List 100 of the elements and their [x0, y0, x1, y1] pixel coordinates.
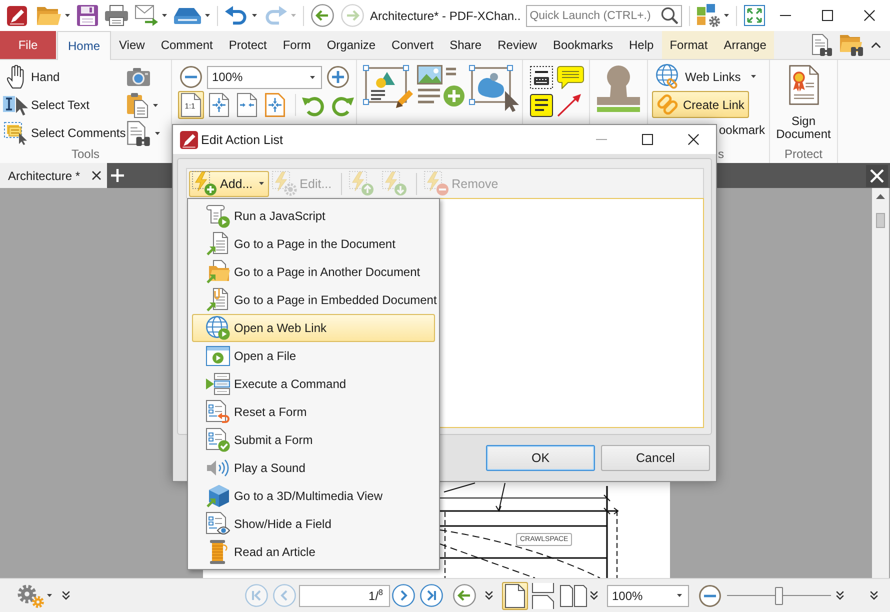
maximize-icon[interactable]: [642, 134, 652, 145]
app-logo-icon[interactable]: [7, 6, 27, 26]
hand-tool-button[interactable]: Hand: [3, 63, 125, 91]
caret-icon[interactable]: [65, 14, 70, 17]
zoom-out-icon[interactable]: [180, 66, 202, 88]
printer-icon[interactable]: [105, 5, 128, 26]
maximize-icon[interactable]: [822, 10, 833, 21]
page-number-field[interactable]: 1/$^{8}$: [299, 584, 390, 606]
tiles-gear-icon[interactable]: [696, 4, 720, 27]
zoom-in-icon[interactable]: [327, 66, 349, 88]
close-icon[interactable]: [866, 164, 888, 186]
ribbon-tab[interactable]: Arrange: [716, 31, 774, 59]
fit-visible-button[interactable]: [262, 91, 288, 119]
caret-icon[interactable]: [205, 14, 210, 17]
double-chevron-icon[interactable]: [62, 591, 70, 600]
ribbon-tab[interactable]: Protect: [220, 31, 275, 59]
ribbon-tab[interactable]: Share: [442, 31, 490, 59]
folder-binoculars-icon[interactable]: [840, 34, 863, 56]
dialog-button[interactable]: OK: [486, 445, 595, 471]
fit-page-button[interactable]: [206, 91, 232, 119]
document-binoculars-icon[interactable]: [127, 120, 150, 146]
document-binoculars-icon[interactable]: [812, 34, 832, 56]
ribbon-tab[interactable]: Help: [621, 31, 662, 59]
menu-item[interactable]: Play a Sound: [192, 454, 435, 482]
web-links-button[interactable]: Web Links: [652, 63, 761, 90]
menu-item[interactable]: Reset a Form: [192, 398, 435, 426]
zoom-out-icon[interactable]: [699, 584, 721, 606]
menu-item[interactable]: Run a JavaScript: [192, 202, 435, 230]
menu-item[interactable]: Show/Hide a Field: [192, 510, 435, 538]
caret-icon[interactable]: [162, 14, 167, 17]
scanner-icon[interactable]: [174, 8, 201, 24]
quick-launch-field[interactable]: Quick Launch (CTRL+.): [526, 4, 682, 26]
menu-item[interactable]: Open a Web Link: [192, 314, 435, 342]
stamp-icon[interactable]: [595, 65, 642, 112]
ribbon-tab[interactable]: Form: [274, 31, 319, 59]
ribbon-tab[interactable]: Format: [662, 31, 716, 59]
zoom-dropdown[interactable]: 100%: [207, 66, 322, 88]
undo-icon[interactable]: [225, 6, 248, 25]
menu-item[interactable]: Open a File: [192, 342, 435, 370]
add-button[interactable]: Add...: [189, 170, 269, 196]
menu-item[interactable]: Go to a Page in Another Document: [192, 258, 435, 286]
window-play-icon: [206, 344, 230, 368]
image-plus-icon[interactable]: [417, 65, 465, 107]
caret-icon[interactable]: [155, 132, 160, 134]
speech-bubble-icon[interactable]: [557, 66, 584, 89]
ribbon-tab[interactable]: Home: [57, 31, 112, 60]
close-icon[interactable]: [864, 10, 875, 21]
scroll-up-arrow-icon[interactable]: [876, 194, 885, 199]
bookmark-button[interactable]: ookmark: [718, 119, 770, 141]
plus-icon[interactable]: [111, 169, 124, 182]
double-chevron-icon[interactable]: [836, 591, 844, 600]
select-comments-button[interactable]: Select Comments: [3, 119, 125, 147]
search-icon[interactable]: [660, 7, 678, 24]
sign-document-button[interactable]: Sign Document: [772, 65, 834, 141]
text-box-icon[interactable]: [530, 94, 553, 117]
double-chevron-icon[interactable]: [485, 591, 493, 600]
fit-width-button[interactable]: [234, 91, 260, 119]
camera-icon[interactable]: [127, 68, 150, 86]
close-icon[interactable]: [688, 134, 698, 145]
caret-icon[interactable]: [252, 14, 257, 17]
clipboard-icon[interactable]: [127, 92, 148, 118]
dialog-button[interactable]: Cancel: [601, 445, 710, 471]
chevron-up-icon[interactable]: [871, 42, 881, 48]
select-text-button[interactable]: Select Text: [3, 91, 125, 119]
selection-frame-icon[interactable]: [469, 65, 519, 113]
expand-icon[interactable]: [744, 5, 765, 26]
next-page-icon[interactable]: [392, 584, 415, 607]
ribbon-tab[interactable]: View: [111, 31, 153, 59]
create-link-button[interactable]: Create Link: [652, 91, 750, 118]
caret-icon[interactable]: [47, 594, 52, 597]
zoom-dropdown[interactable]: 100%: [607, 584, 689, 606]
document-tab[interactable]: Architecture *: [0, 163, 107, 188]
menu-item[interactable]: Go to a Page in the Document: [192, 230, 435, 258]
typewriter-icon[interactable]: [530, 66, 553, 89]
caret-icon[interactable]: [724, 14, 729, 17]
vertical-scrollbar[interactable]: [872, 188, 889, 578]
ribbon-tab[interactable]: Bookmarks: [544, 31, 621, 59]
ribbon-tab[interactable]: Organize: [318, 31, 384, 59]
single-page-button[interactable]: [502, 582, 528, 610]
ribbon-tab[interactable]: Convert: [384, 31, 442, 59]
shapes-pencil-icon[interactable]: [363, 65, 413, 109]
minimize-icon[interactable]: [780, 15, 792, 16]
double-chevron-icon[interactable]: [870, 591, 878, 600]
scrollbar-thumb[interactable]: [876, 213, 885, 228]
continuous-pages-button[interactable]: [530, 582, 556, 610]
menu-item[interactable]: Go to a Page in Embedded Document: [192, 286, 435, 314]
menu-item[interactable]: Execute a Command: [192, 370, 435, 398]
ribbon-tab[interactable]: Review: [490, 31, 545, 59]
double-chevron-icon[interactable]: [590, 591, 598, 600]
menu-item[interactable]: Submit a Form: [192, 426, 435, 454]
file-menu-tab[interactable]: File: [0, 31, 56, 59]
ribbon-tab[interactable]: Comment: [152, 31, 221, 59]
slider-thumb[interactable]: [775, 586, 783, 604]
speaker-icon: [206, 459, 230, 477]
menu-item[interactable]: Read an Article: [192, 538, 435, 566]
arrow-icon[interactable]: [557, 94, 581, 117]
caret-icon[interactable]: [153, 104, 158, 106]
menu-item[interactable]: Go to a 3D/Multimedia View: [192, 482, 435, 510]
close-icon[interactable]: [92, 171, 101, 180]
last-page-icon[interactable]: [420, 584, 443, 607]
